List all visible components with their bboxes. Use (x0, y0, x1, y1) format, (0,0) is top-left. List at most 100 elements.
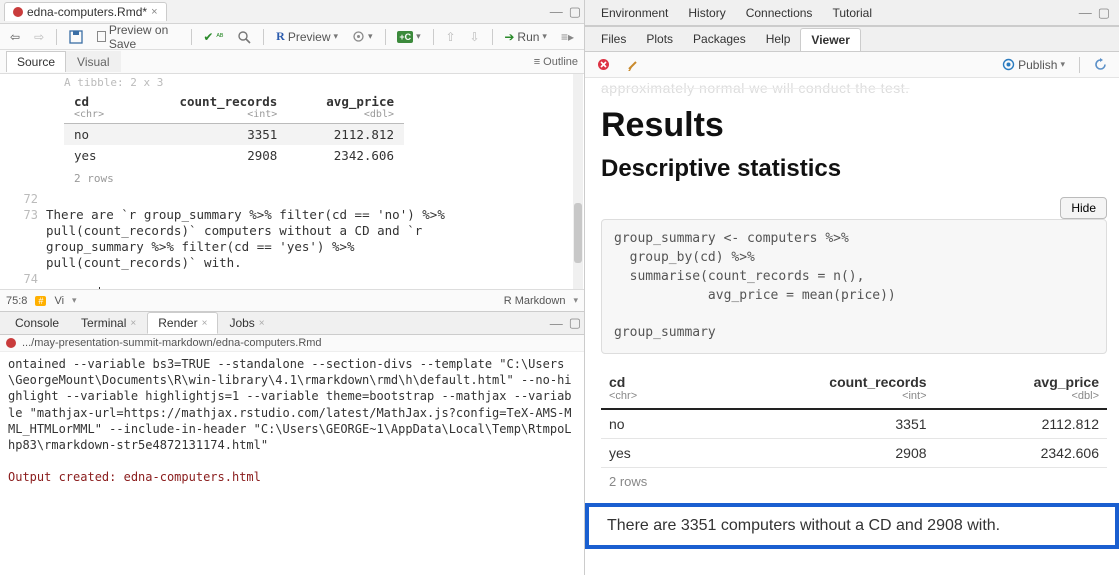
env-pane-tabs: Environment History Connections Tutorial… (585, 0, 1119, 26)
viewer-table-footer: 2 rows (601, 468, 1107, 495)
refresh-icon (1094, 58, 1107, 71)
code-line: There are `r group_summary %>% filter(cd… (46, 207, 452, 223)
back-button[interactable]: ⇦ (6, 29, 24, 45)
checkbox-icon (97, 31, 106, 42)
table-row: no 3351 2112.812 (601, 409, 1107, 439)
publish-label: Publish (1018, 58, 1057, 72)
tab-console[interactable]: Console (4, 312, 70, 334)
go-next-chunk-button[interactable]: ⇩ (466, 29, 484, 45)
file-mode-label[interactable]: R Markdown (504, 295, 566, 307)
render-output[interactable]: ontained --variable bs3=TRUE --standalon… (0, 352, 584, 575)
rmd-file-icon (6, 338, 16, 348)
visual-tab[interactable]: Visual (66, 51, 120, 72)
tab-render[interactable]: Render× (147, 312, 218, 334)
table-row: yes 2908 2342.606 (601, 439, 1107, 468)
run-button[interactable]: ➔ Run ▾ (500, 29, 551, 45)
tibble-footer: 2 rows (0, 166, 584, 191)
source-tab[interactable]: Source (6, 51, 66, 72)
maximize-pane-icon[interactable]: ▢ (566, 315, 584, 331)
tab-terminal[interactable]: Terminal× (70, 312, 147, 334)
cutoff-text: approximately normal we will conduct the… (601, 78, 1107, 96)
minimize-pane-icon[interactable]: — (1076, 5, 1095, 20)
minimize-pane-icon[interactable]: — (547, 316, 566, 331)
publish-button[interactable]: Publish ▾ (998, 57, 1069, 73)
tab-help[interactable]: Help (756, 28, 801, 50)
broom-button[interactable] (622, 57, 644, 73)
editor-toolbar: ⇦ ⇨ Preview on Save ✔ᴬᴮ R Preview ▾ (0, 24, 584, 50)
tab-history[interactable]: History (678, 2, 735, 24)
viewer-table: cd<chr> count_records<int> avg_price<dbl… (601, 368, 1107, 468)
console-tabs: Console Terminal× Render× Jobs× — ▢ (0, 311, 584, 335)
spellcheck-button[interactable]: ✔ᴬᴮ (199, 29, 227, 45)
tab-jobs[interactable]: Jobs× (218, 312, 275, 334)
col-cd: cd (74, 94, 89, 109)
run-label: Run (517, 30, 539, 44)
publish-source-button[interactable]: ≡▸ (557, 29, 578, 45)
rmd-file-icon (13, 7, 23, 17)
inline-tibble: cd<chr> count_records<int> avg_price<dbl… (64, 91, 404, 166)
close-icon[interactable]: × (259, 318, 265, 329)
knit-preview-button[interactable]: R Preview ▾ (272, 28, 342, 45)
table-row: yes 2908 2342.606 (64, 145, 404, 166)
chunk-badge: # (35, 296, 46, 306)
render-path: .../may-presentation-summit-markdown/edn… (22, 337, 322, 349)
chunk-label[interactable]: Vi (54, 295, 64, 307)
col-count: count_records (179, 94, 277, 109)
file-tab-edna[interactable]: edna-computers.Rmd* × (4, 2, 167, 21)
render-success: Output created: edna-computers.html (8, 470, 261, 484)
outline-toggle[interactable]: ≡ Outline (534, 56, 578, 68)
maximize-pane-icon[interactable]: ▢ (566, 4, 584, 20)
code-line: pull(count_records)` with. (46, 255, 452, 271)
code-line: group_summary %>% filter(cd == 'yes') %>… (46, 239, 452, 255)
clear-icon (597, 58, 610, 71)
find-button[interactable] (233, 29, 255, 45)
cursor-position: 75:8 (6, 295, 27, 307)
save-button[interactable] (65, 29, 87, 45)
source-editor[interactable]: A tibble: 2 x 3 cd<chr> count_records<in… (0, 74, 584, 289)
text-cursor (99, 287, 108, 289)
line-gutter: 72 73 74 ▾ 75 (0, 191, 46, 289)
editor-statusbar: 75:8 # Vi ▾ R Markdown ▾ (0, 289, 584, 311)
code-block: group_summary <- computers %>% group_by(… (601, 219, 1107, 354)
publish-icon (1002, 58, 1015, 71)
outline-icon: ≡ (534, 56, 540, 68)
col-avg: avg_price (326, 94, 394, 109)
file-tab-label: edna-computers.Rmd* (27, 5, 147, 19)
go-prev-chunk-button[interactable]: ⇧ (441, 29, 459, 45)
descriptive-heading: Descriptive statistics (601, 155, 1107, 183)
tibble-header: A tibble: 2 x 3 (0, 74, 584, 91)
insert-chunk-button[interactable]: +C ▾ (393, 30, 424, 44)
close-icon[interactable]: × (130, 318, 136, 329)
save-icon (69, 30, 83, 44)
viewer-content[interactable]: approximately normal we will conduct the… (585, 78, 1119, 575)
tab-tutorial[interactable]: Tutorial (822, 2, 882, 24)
tab-packages[interactable]: Packages (683, 28, 756, 50)
tab-files[interactable]: Files (591, 28, 636, 50)
table-row: no 3351 2112.812 (64, 124, 404, 146)
close-icon[interactable]: × (151, 6, 157, 18)
hide-code-button[interactable]: Hide (1060, 197, 1107, 219)
render-path-bar: .../may-presentation-summit-markdown/edn… (0, 335, 584, 352)
close-icon[interactable]: × (202, 318, 208, 329)
viewer-pane-tabs: Files Plots Packages Help Viewer (585, 26, 1119, 52)
minimize-pane-icon[interactable]: — (547, 4, 566, 19)
preview-on-save-toggle[interactable]: Preview on Save (93, 22, 183, 52)
results-heading: Results (601, 106, 1107, 145)
editor-scrollbar[interactable] (573, 74, 583, 289)
refresh-viewer-button[interactable] (1090, 57, 1111, 72)
tab-plots[interactable]: Plots (636, 28, 683, 50)
knit-options-button[interactable]: ▾ (348, 29, 377, 44)
forward-button[interactable]: ⇨ (30, 29, 48, 45)
tab-viewer[interactable]: Viewer (800, 28, 860, 51)
maximize-pane-icon[interactable]: ▢ (1095, 5, 1113, 21)
gear-icon (352, 30, 365, 43)
viewer-toolbar: Publish ▾ (585, 52, 1119, 78)
chevron-down-icon: ▾ (334, 31, 339, 42)
tab-environment[interactable]: Environment (591, 2, 678, 24)
highlighted-sentence: There are 3351 computers without a CD an… (585, 503, 1119, 549)
source-mode-tabs: Source Visual ≡ Outline (0, 50, 584, 74)
preview-on-save-label: Preview on Save (109, 23, 179, 51)
code-line: pull(count_records)` computers without a… (46, 223, 452, 239)
clear-viewer-button[interactable] (593, 57, 614, 72)
tab-connections[interactable]: Connections (736, 2, 823, 24)
